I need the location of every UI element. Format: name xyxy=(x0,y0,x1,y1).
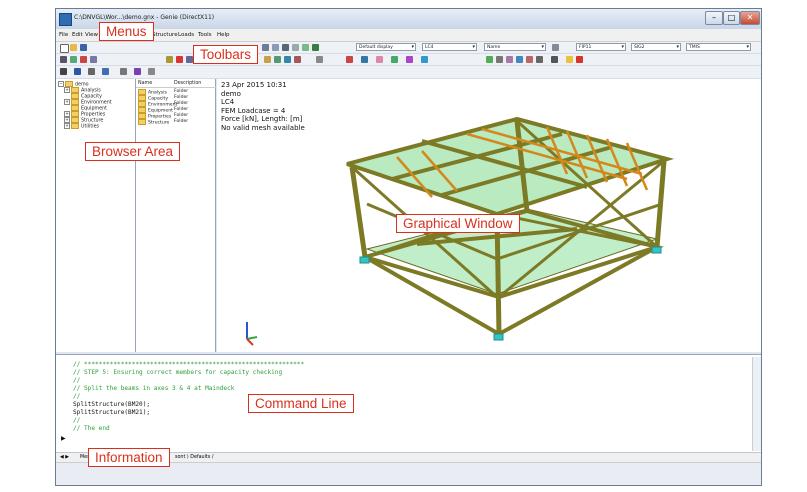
line-tool-icon[interactable] xyxy=(60,68,67,75)
minimize-button[interactable]: – xyxy=(705,11,723,25)
command-line-9: // The end xyxy=(73,425,110,432)
tool-icon[interactable] xyxy=(346,56,353,63)
command-line-7: SplitStructure(BM21); xyxy=(73,409,151,416)
tool-icon[interactable] xyxy=(486,56,493,63)
menu-loads[interactable]: Loads xyxy=(178,32,194,38)
tool-icon[interactable] xyxy=(80,56,87,63)
tool-icon[interactable] xyxy=(274,56,281,63)
color-icon[interactable] xyxy=(312,44,319,51)
window-title: C:\DNVGL\Wor...\demo.gnx - Genie (Direct… xyxy=(74,14,215,21)
column-header-name[interactable]: Name xyxy=(138,81,152,86)
browser-area: −demo +Analysis +Capacity +Environment +… xyxy=(56,79,216,352)
tool-icon[interactable] xyxy=(496,56,503,63)
menu-structure[interactable]: Structure xyxy=(152,32,178,38)
tool-icon[interactable] xyxy=(421,56,428,63)
view-tool-icon[interactable] xyxy=(262,44,269,51)
column-header-description[interactable]: Description xyxy=(174,81,201,86)
save-icon[interactable] xyxy=(80,44,87,51)
callout-browser-area: Browser Area xyxy=(85,142,181,161)
result-dropdown-1[interactable]: FIP11 xyxy=(576,43,626,51)
tool-icon[interactable] xyxy=(264,56,271,63)
command-line-5: // xyxy=(73,393,81,400)
callout-command-line: Command Line xyxy=(248,394,354,413)
menu-edit[interactable]: Edit xyxy=(72,32,83,38)
open-folder-icon[interactable] xyxy=(70,44,77,51)
tool-icon[interactable] xyxy=(186,56,193,63)
app-window: C:\DNVGL\Wor...\demo.gnx - Genie (Direct… xyxy=(55,8,762,486)
list-header: Name Description xyxy=(136,81,216,88)
tool-icon[interactable] xyxy=(391,56,398,63)
zoom-icon[interactable] xyxy=(282,44,289,51)
command-line-6: SplitStructure(BM20); xyxy=(73,401,151,408)
tool-icon[interactable] xyxy=(176,56,183,63)
tool-icon[interactable] xyxy=(516,56,523,63)
command-line-8: // xyxy=(73,417,81,424)
tool-icon[interactable] xyxy=(361,56,368,63)
tool-icon[interactable] xyxy=(284,56,291,63)
tool-icon[interactable] xyxy=(60,56,67,63)
command-line-3: // xyxy=(73,377,81,384)
tab-nav-arrows-icon[interactable]: ◀ ▶ xyxy=(60,455,69,460)
callout-menus: Menus xyxy=(99,22,154,41)
close-button[interactable]: ✕ xyxy=(740,11,760,25)
pan-icon[interactable] xyxy=(292,44,299,51)
grid-icon[interactable] xyxy=(552,44,559,51)
tool-icon[interactable] xyxy=(88,68,95,75)
command-line-4: // Split the beams in axes 3 & 4 at Main… xyxy=(73,385,235,392)
tab-defaults[interactable]: sont ⟩ Defaults / xyxy=(175,455,213,460)
tool-icon[interactable] xyxy=(536,56,543,63)
tool-icon[interactable] xyxy=(294,56,301,63)
tool-icon[interactable] xyxy=(148,68,155,75)
tool-icon[interactable] xyxy=(576,56,583,63)
command-line[interactable]: // *************************************… xyxy=(56,354,761,453)
prompt-caret-icon: ▶ xyxy=(61,435,66,442)
tool-icon[interactable] xyxy=(166,56,173,63)
menu-bar: File Edit View Structure Loads Tools Hel… xyxy=(56,29,761,42)
tool-icon[interactable] xyxy=(90,56,97,63)
select-icon[interactable] xyxy=(302,44,309,51)
menu-file[interactable]: File xyxy=(59,32,68,38)
callout-graphical-window: Graphical Window xyxy=(396,214,520,233)
menu-view[interactable]: View xyxy=(85,32,98,38)
callout-information: Information xyxy=(88,448,170,467)
name-dropdown[interactable]: Name xyxy=(484,43,546,51)
command-line-2: // STEP 5: Ensuring correct members for … xyxy=(73,369,283,376)
tree-item-utilities[interactable]: + Utilities xyxy=(64,123,99,130)
tool-icon[interactable] xyxy=(102,68,109,75)
tool-icon[interactable] xyxy=(120,68,127,75)
tool-icon[interactable] xyxy=(551,56,558,63)
tool-icon[interactable] xyxy=(506,56,513,63)
list-item[interactable]: Structure Folder xyxy=(138,119,188,126)
browser-list: Name Description Analysis Folder Capacity… xyxy=(136,79,216,352)
fill-tool-icon[interactable] xyxy=(74,68,81,75)
browser-tree: −demo +Analysis +Capacity +Environment +… xyxy=(56,79,136,352)
callout-toolbars: Toolbars xyxy=(193,45,259,64)
new-file-icon[interactable] xyxy=(60,44,69,53)
tool-icon[interactable] xyxy=(70,56,77,63)
toolbar-row-2 xyxy=(56,54,761,66)
display-dropdown[interactable]: Default display xyxy=(356,43,416,51)
loadcase-dropdown[interactable]: LC4 xyxy=(422,43,477,51)
tool-icon[interactable] xyxy=(134,68,141,75)
app-icon xyxy=(59,13,72,26)
tool-icon[interactable] xyxy=(406,56,413,63)
menu-tools[interactable]: Tools xyxy=(198,32,212,38)
title-bar: C:\DNVGL\Wor...\demo.gnx - Genie (Direct… xyxy=(56,9,761,29)
tool-icon[interactable] xyxy=(526,56,533,63)
result-dropdown-2[interactable]: SIG2 xyxy=(631,43,681,51)
maximize-button[interactable]: □ xyxy=(723,11,740,25)
menu-help[interactable]: Help xyxy=(217,32,230,38)
tool-icon[interactable] xyxy=(316,56,323,63)
rotate-icon[interactable] xyxy=(272,44,279,51)
toolbar-row-1: Default display LC4 Name FIP11 SIG2 TMIS xyxy=(56,42,761,54)
tool-icon[interactable] xyxy=(566,56,573,63)
tool-icon[interactable] xyxy=(376,56,383,63)
toolbar-row-3 xyxy=(56,66,761,79)
command-scrollbar[interactable] xyxy=(752,357,761,451)
axis-triad-icon xyxy=(246,322,258,346)
command-line-1: // *************************************… xyxy=(73,361,305,368)
result-dropdown-3[interactable]: TMIS xyxy=(686,43,751,51)
